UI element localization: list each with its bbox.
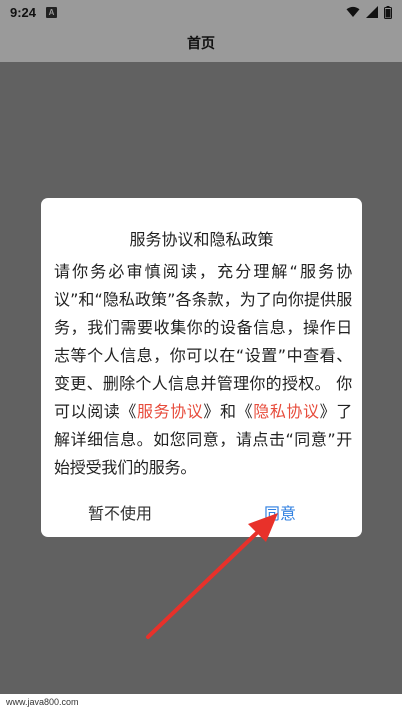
status-bar: 9:24 A: [0, 0, 402, 24]
body-intro-text: 请你务必审慎阅读，充分理解“服务协议”和“隐私政策”各条款，为了向你提供服务，我…: [54, 262, 352, 421]
signal-icon: [366, 6, 378, 18]
service-agreement-link[interactable]: 服务协议: [137, 402, 204, 421]
footer: www.java800.com: [0, 694, 402, 714]
page-title: 首页: [187, 36, 215, 52]
status-time: 9:24: [10, 4, 37, 20]
quote-open-1: 《: [120, 402, 137, 421]
battery-icon: [384, 5, 392, 19]
quote-close-2: 》: [319, 402, 337, 421]
app-bar: 首页: [0, 24, 402, 62]
privacy-agreement-link[interactable]: 隐私协议: [253, 402, 320, 421]
quote-open-2: 《: [236, 402, 254, 421]
status-icons: [346, 5, 392, 19]
decline-button[interactable]: 暂不使用: [88, 500, 152, 524]
wifi-icon: [346, 6, 360, 18]
and-text: 和: [220, 402, 237, 421]
dialog-body: 请你务必审慎阅读，充分理解“服务协议”和“隐私政策”各条款，为了向你提供服务，我…: [54, 258, 352, 482]
quote-close-1: 》: [203, 402, 220, 421]
agree-button[interactable]: 同意: [264, 500, 296, 524]
dialog-title: 服务协议和隐私政策: [129, 230, 274, 249]
privacy-dialog: 服务协议和隐私政策 请你务必审慎阅读，充分理解“服务协议”和“隐私政策”各条款，…: [41, 198, 362, 537]
watermark: www.java800.com: [6, 697, 79, 707]
notification-badge-icon: A: [46, 6, 58, 18]
status-left: 9:24 A: [10, 4, 58, 20]
